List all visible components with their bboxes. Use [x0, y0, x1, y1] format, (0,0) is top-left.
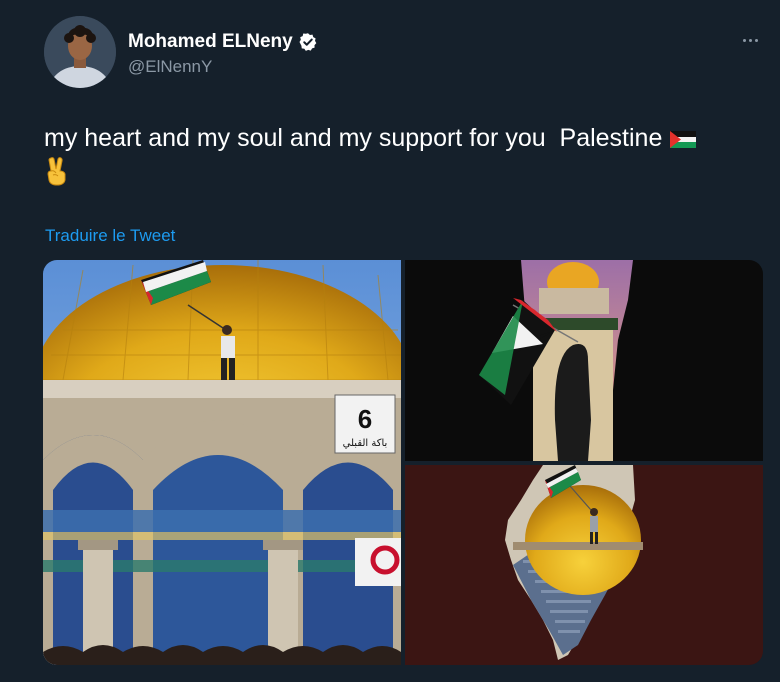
- verified-badge-icon: [299, 33, 317, 51]
- display-name[interactable]: Mohamed ELNeny: [128, 31, 293, 53]
- author-name-row[interactable]: Mohamed ELNeny: [128, 31, 318, 53]
- tweet-media-grid[interactable]: 6 باكة القبلي: [43, 260, 763, 665]
- sign-caption: باكة القبلي: [343, 438, 388, 449]
- media-image-3[interactable]: [405, 465, 763, 665]
- palestine-flag-icon: [670, 130, 697, 148]
- avatar[interactable]: [44, 16, 116, 88]
- media-image-2[interactable]: [405, 260, 763, 461]
- victory-hand-icon: [47, 157, 66, 186]
- tweet-text: my heart and my soul and my support for …: [44, 120, 744, 186]
- sign-number: 6: [358, 404, 372, 434]
- author-handle[interactable]: @ElNennY: [128, 57, 212, 77]
- tweet-text-line: my heart and my soul and my support for …: [44, 124, 663, 152]
- tweet-card: Mohamed ELNeny @ElNennY my heart and my …: [0, 0, 780, 682]
- more-options-icon[interactable]: [736, 30, 764, 50]
- translate-tweet-link[interactable]: Traduire le Tweet: [45, 226, 175, 246]
- media-image-1[interactable]: 6 باكة القبلي: [43, 260, 413, 665]
